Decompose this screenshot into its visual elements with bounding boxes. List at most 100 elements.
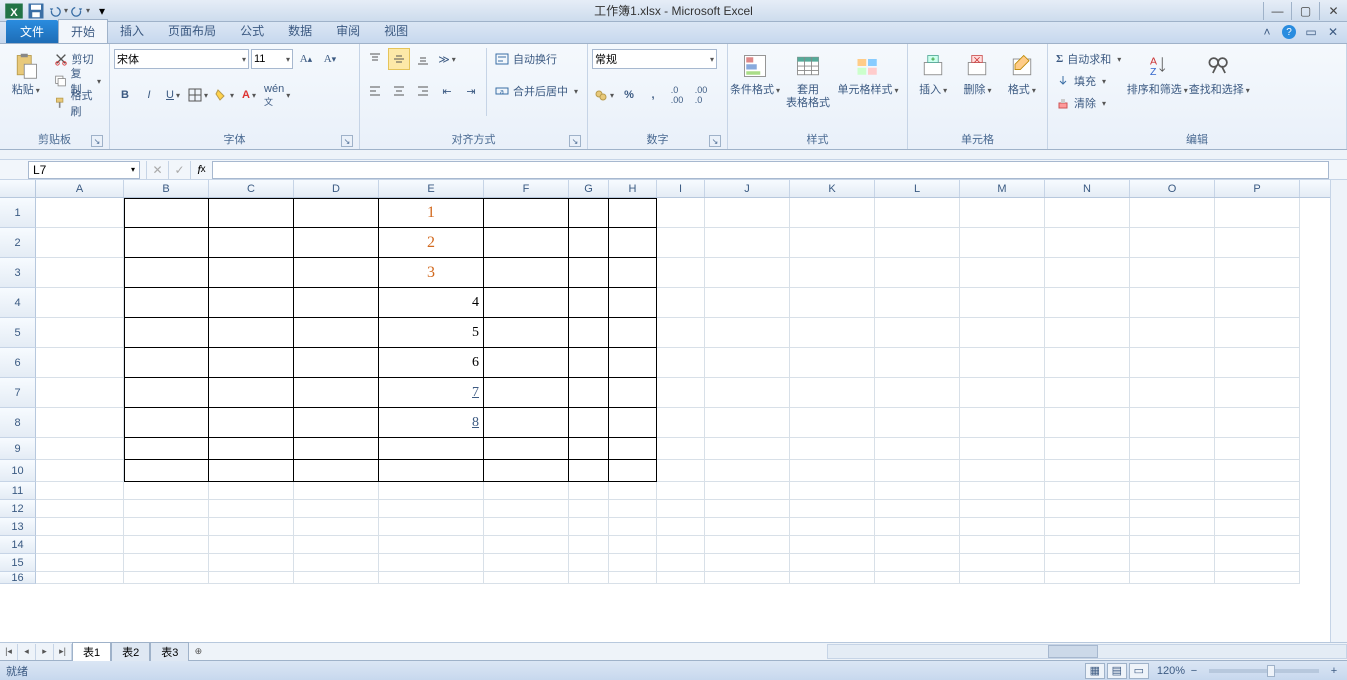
cell-F2[interactable] bbox=[484, 228, 569, 258]
cell-B10[interactable] bbox=[124, 460, 209, 482]
bold-button[interactable]: B bbox=[114, 84, 136, 106]
cell-H7[interactable] bbox=[609, 378, 657, 408]
cell-E11[interactable] bbox=[379, 482, 484, 500]
col-header-J[interactable]: J bbox=[705, 180, 790, 197]
cell-E2[interactable]: 2 bbox=[379, 228, 484, 258]
cell-L10[interactable] bbox=[875, 460, 960, 482]
cell-M14[interactable] bbox=[960, 536, 1045, 554]
cell-E12[interactable] bbox=[379, 500, 484, 518]
cell-C15[interactable] bbox=[209, 554, 294, 572]
cell-H8[interactable] bbox=[609, 408, 657, 438]
tab-数据[interactable]: 数据 bbox=[276, 19, 324, 43]
cell-E9[interactable] bbox=[379, 438, 484, 460]
fx-icon[interactable]: fx bbox=[190, 161, 212, 179]
font-name-combo[interactable]: 宋体▾ bbox=[114, 49, 249, 69]
cell-N15[interactable] bbox=[1045, 554, 1130, 572]
sheet-nav-prev-icon[interactable]: ◂ bbox=[18, 644, 36, 660]
cell-K10[interactable] bbox=[790, 460, 875, 482]
cell-O3[interactable] bbox=[1130, 258, 1215, 288]
cell-L14[interactable] bbox=[875, 536, 960, 554]
cell-G1[interactable] bbox=[569, 198, 609, 228]
cell-C2[interactable] bbox=[209, 228, 294, 258]
sheet-tab-表2[interactable]: 表2 bbox=[111, 642, 150, 661]
cell-F6[interactable] bbox=[484, 348, 569, 378]
cell-B12[interactable] bbox=[124, 500, 209, 518]
minimize-button[interactable]: — bbox=[1263, 2, 1291, 20]
cell-N2[interactable] bbox=[1045, 228, 1130, 258]
sheet-tab-表3[interactable]: 表3 bbox=[150, 642, 189, 661]
col-header-G[interactable]: G bbox=[569, 180, 609, 197]
row-header-9[interactable]: 9 bbox=[0, 438, 36, 460]
cell-I14[interactable] bbox=[657, 536, 705, 554]
cell-B15[interactable] bbox=[124, 554, 209, 572]
cell-A10[interactable] bbox=[36, 460, 124, 482]
cell-B4[interactable] bbox=[124, 288, 209, 318]
cell-B5[interactable] bbox=[124, 318, 209, 348]
cell-N10[interactable] bbox=[1045, 460, 1130, 482]
cell-M8[interactable] bbox=[960, 408, 1045, 438]
col-header-E[interactable]: E bbox=[379, 180, 484, 197]
cell-E15[interactable] bbox=[379, 554, 484, 572]
cell-P8[interactable] bbox=[1215, 408, 1300, 438]
cell-D12[interactable] bbox=[294, 500, 379, 518]
cell-F5[interactable] bbox=[484, 318, 569, 348]
row-header-1[interactable]: 1 bbox=[0, 198, 36, 228]
formula-input[interactable] bbox=[212, 161, 1329, 179]
cell-O14[interactable] bbox=[1130, 536, 1215, 554]
col-header-O[interactable]: O bbox=[1130, 180, 1215, 197]
cell-D6[interactable] bbox=[294, 348, 379, 378]
cell-A8[interactable] bbox=[36, 408, 124, 438]
cell-C16[interactable] bbox=[209, 572, 294, 584]
save-icon[interactable] bbox=[26, 2, 46, 20]
name-box[interactable]: L7▾ bbox=[28, 161, 140, 179]
zoom-in-icon[interactable]: + bbox=[1327, 665, 1341, 677]
cell-I11[interactable] bbox=[657, 482, 705, 500]
cell-L12[interactable] bbox=[875, 500, 960, 518]
zoom-level[interactable]: 120% bbox=[1157, 665, 1185, 677]
new-sheet-icon[interactable]: ⊕ bbox=[189, 644, 207, 660]
cell-G14[interactable] bbox=[569, 536, 609, 554]
cell-O7[interactable] bbox=[1130, 378, 1215, 408]
cell-J15[interactable] bbox=[705, 554, 790, 572]
cell-G15[interactable] bbox=[569, 554, 609, 572]
cell-L4[interactable] bbox=[875, 288, 960, 318]
cell-G3[interactable] bbox=[569, 258, 609, 288]
cell-N1[interactable] bbox=[1045, 198, 1130, 228]
cell-D10[interactable] bbox=[294, 460, 379, 482]
tab-审阅[interactable]: 审阅 bbox=[324, 19, 372, 43]
cell-J11[interactable] bbox=[705, 482, 790, 500]
cell-H11[interactable] bbox=[609, 482, 657, 500]
cell-B9[interactable] bbox=[124, 438, 209, 460]
cell-F11[interactable] bbox=[484, 482, 569, 500]
cell-N11[interactable] bbox=[1045, 482, 1130, 500]
cell-A14[interactable] bbox=[36, 536, 124, 554]
cell-I13[interactable] bbox=[657, 518, 705, 536]
cell-H6[interactable] bbox=[609, 348, 657, 378]
cell-A3[interactable] bbox=[36, 258, 124, 288]
cell-C10[interactable] bbox=[209, 460, 294, 482]
number-dialog-icon[interactable]: ↘ bbox=[709, 135, 721, 147]
merge-center-button[interactable]: a合并后居中▾ bbox=[491, 80, 582, 102]
cell-A1[interactable] bbox=[36, 198, 124, 228]
currency-icon[interactable]: ▾ bbox=[592, 84, 616, 106]
cell-D11[interactable] bbox=[294, 482, 379, 500]
cell-O9[interactable] bbox=[1130, 438, 1215, 460]
cell-A5[interactable] bbox=[36, 318, 124, 348]
cell-I16[interactable] bbox=[657, 572, 705, 584]
cell-O6[interactable] bbox=[1130, 348, 1215, 378]
align-middle-icon[interactable] bbox=[388, 48, 410, 70]
col-header-A[interactable]: A bbox=[36, 180, 124, 197]
conditional-format-button[interactable]: 条件格式▾ bbox=[732, 48, 778, 99]
cell-O12[interactable] bbox=[1130, 500, 1215, 518]
cell-H15[interactable] bbox=[609, 554, 657, 572]
row-header-12[interactable]: 12 bbox=[0, 500, 36, 518]
cell-C4[interactable] bbox=[209, 288, 294, 318]
cell-K2[interactable] bbox=[790, 228, 875, 258]
cell-P15[interactable] bbox=[1215, 554, 1300, 572]
italic-button[interactable]: I bbox=[138, 84, 160, 106]
align-left-icon[interactable] bbox=[364, 80, 386, 102]
col-header-B[interactable]: B bbox=[124, 180, 209, 197]
cell-O11[interactable] bbox=[1130, 482, 1215, 500]
font-size-combo[interactable]: 11▾ bbox=[251, 49, 293, 69]
cell-C12[interactable] bbox=[209, 500, 294, 518]
